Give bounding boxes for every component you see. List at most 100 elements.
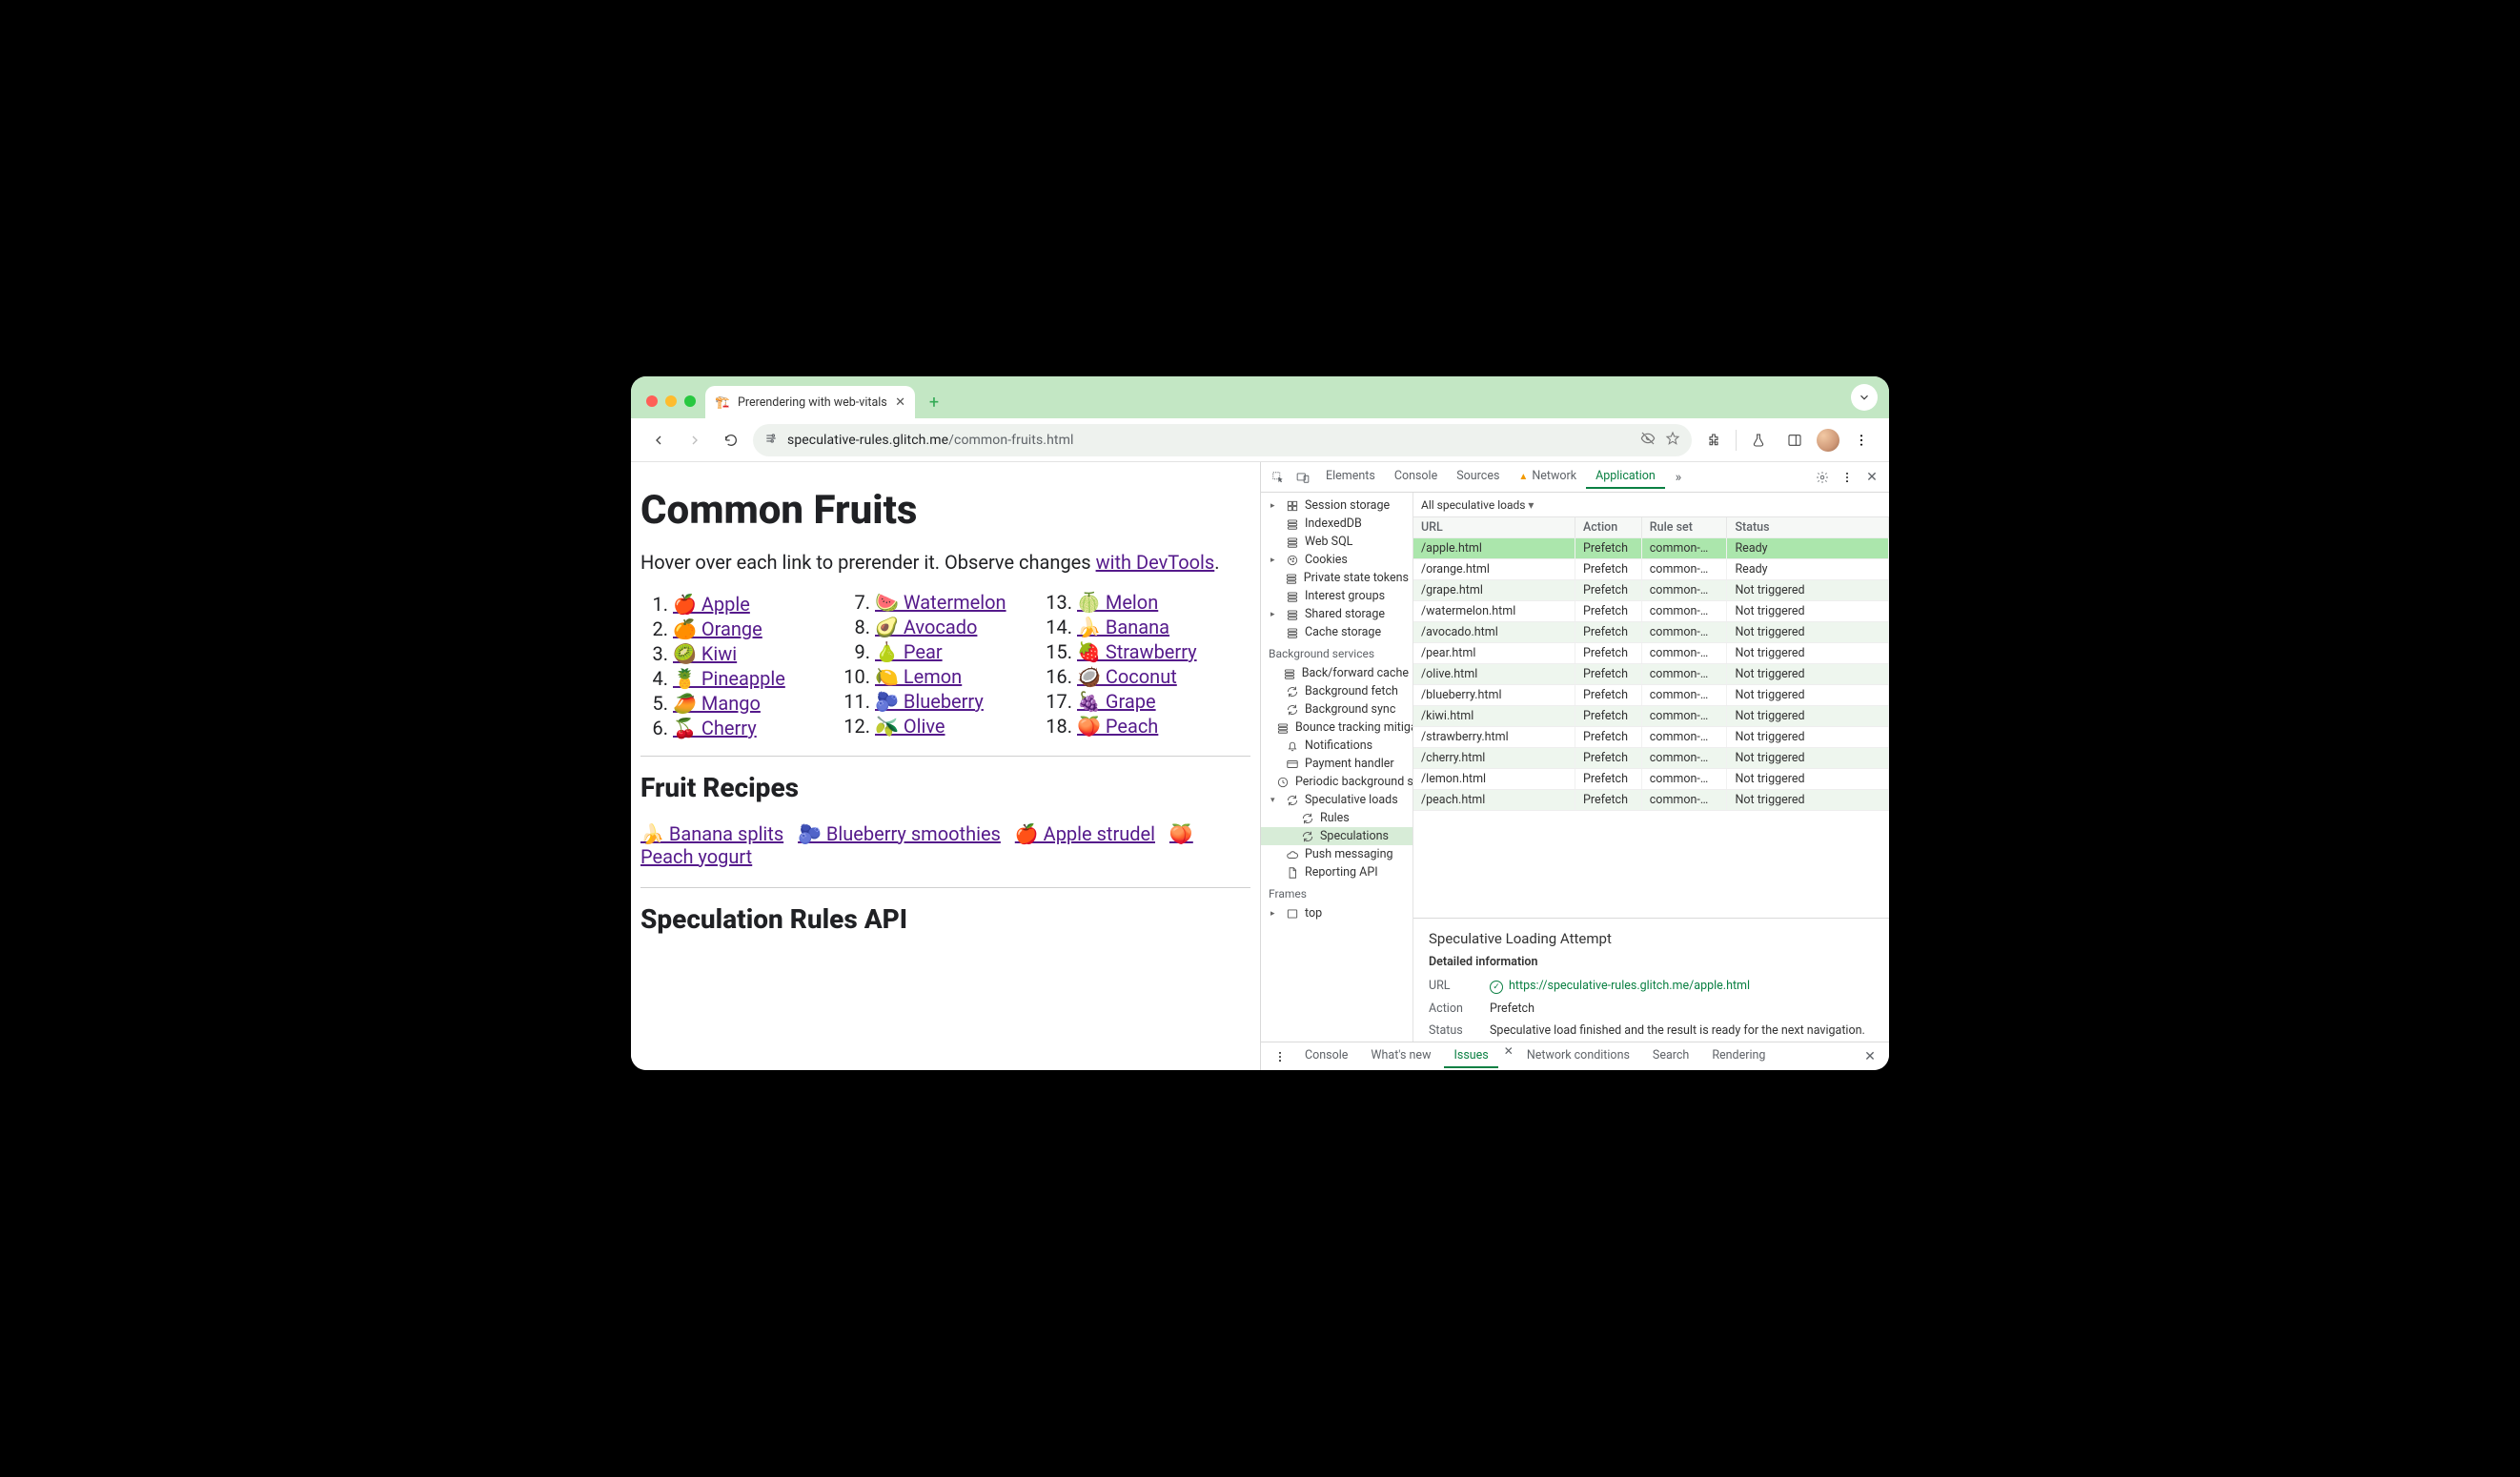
col-rule-set[interactable]: Rule set: [1641, 517, 1727, 538]
drawer-menu-button[interactable]: [1269, 1045, 1291, 1068]
fruit-link[interactable]: 🥥 Coconut: [1077, 665, 1177, 688]
devtools-tab-network[interactable]: Network: [1509, 465, 1586, 489]
drawer-tab-network-conditions[interactable]: Network conditions: [1517, 1044, 1639, 1068]
col-url[interactable]: URL: [1413, 517, 1575, 538]
sidebar-item-back-forward-cache[interactable]: Back/forward cache: [1261, 664, 1412, 682]
site-info-icon[interactable]: [764, 432, 778, 449]
drawer-close-button[interactable]: ✕: [1859, 1045, 1881, 1068]
more-tabs-button[interactable]: »: [1667, 466, 1690, 489]
table-row[interactable]: /strawberry.htmlPrefetchcommon-…Not trig…: [1413, 727, 1889, 748]
table-row[interactable]: /watermelon.htmlPrefetchcommon-…Not trig…: [1413, 601, 1889, 622]
detail-url-link[interactable]: https://speculative-rules.glitch.me/appl…: [1509, 979, 1750, 993]
drawer-tab-issues[interactable]: Issues: [1444, 1044, 1497, 1068]
recipe-link[interactable]: 🫐 Blueberry smoothies: [798, 822, 1001, 845]
fruit-link[interactable]: 🫐 Blueberry: [875, 690, 984, 713]
inspect-element-button[interactable]: [1267, 466, 1290, 489]
extensions-button[interactable]: [1699, 426, 1728, 455]
fruit-link[interactable]: 🍐 Pear: [875, 640, 943, 663]
devtools-settings-button[interactable]: [1811, 466, 1834, 489]
sidebar-item-rules[interactable]: Rules: [1261, 809, 1412, 827]
filter-select[interactable]: All speculative loads: [1421, 498, 1534, 512]
fruit-link[interactable]: 🍌 Banana: [1077, 616, 1169, 638]
fruit-link[interactable]: 🍊 Orange: [673, 617, 762, 640]
table-row[interactable]: /grape.htmlPrefetchcommon-…Not triggered: [1413, 580, 1889, 601]
back-button[interactable]: [644, 426, 673, 455]
fruit-link[interactable]: 🫒 Olive: [875, 715, 945, 738]
table-row[interactable]: /cherry.htmlPrefetchcommon-…Not triggere…: [1413, 748, 1889, 769]
tab-close-icon[interactable]: ✕: [895, 395, 905, 410]
sidebar-item-cookies[interactable]: ▸Cookies: [1261, 551, 1412, 569]
fruit-link[interactable]: 🍋 Lemon: [875, 665, 962, 688]
table-row[interactable]: /avocado.htmlPrefetchcommon-…Not trigger…: [1413, 622, 1889, 643]
fruit-link[interactable]: 🍉 Watermelon: [875, 591, 1006, 614]
drawer-tab-what-s-new[interactable]: What's new: [1361, 1044, 1440, 1068]
sidepanel-button[interactable]: [1780, 426, 1809, 455]
drawer-tab-console[interactable]: Console: [1295, 1044, 1357, 1068]
fruit-link[interactable]: 🥝 Kiwi: [673, 642, 737, 665]
device-toggle-button[interactable]: [1291, 466, 1314, 489]
devtools-link[interactable]: with DevTools: [1096, 551, 1215, 574]
sidebar-item-shared-storage[interactable]: ▸Shared storage: [1261, 605, 1412, 623]
table-row[interactable]: /kiwi.htmlPrefetchcommon-…Not triggered: [1413, 706, 1889, 727]
sidebar-item-top[interactable]: ▸top: [1261, 904, 1412, 922]
sidebar-item-bounce-tracking-mitigations[interactable]: Bounce tracking mitigations: [1261, 718, 1412, 737]
sidebar-item-speculative-loads[interactable]: ▾Speculative loads: [1261, 791, 1412, 809]
sidebar-item-indexeddb[interactable]: IndexedDB: [1261, 515, 1412, 533]
fruit-link[interactable]: 🍒 Cherry: [673, 717, 757, 739]
fruit-link[interactable]: 🍍 Pineapple: [673, 667, 785, 690]
profile-avatar[interactable]: [1817, 429, 1839, 452]
sidebar-item-notifications[interactable]: Notifications: [1261, 737, 1412, 755]
drawer-tab-rendering[interactable]: Rendering: [1702, 1044, 1775, 1068]
sidebar-item-session-storage[interactable]: ▸Session storage: [1261, 496, 1412, 515]
devtools-tab-console[interactable]: Console: [1385, 465, 1447, 489]
table-row[interactable]: /pear.htmlPrefetchcommon-…Not triggered: [1413, 643, 1889, 664]
labs-button[interactable]: [1744, 426, 1773, 455]
fruit-link[interactable]: 🍎 Apple: [673, 593, 750, 616]
fruit-link[interactable]: 🥑 Avocado: [875, 616, 977, 638]
sidebar-item-background-sync[interactable]: Background sync: [1261, 700, 1412, 718]
minimize-window-button[interactable]: [665, 395, 677, 407]
devtools-tab-elements[interactable]: Elements: [1316, 465, 1385, 489]
fruit-link[interactable]: 🍇 Grape: [1077, 690, 1156, 713]
devtools-close-button[interactable]: ✕: [1860, 466, 1883, 489]
col-status[interactable]: Status: [1727, 517, 1889, 538]
recipe-link[interactable]: 🍌 Banana splits: [640, 822, 783, 845]
sidebar-item-periodic-background-sync[interactable]: Periodic background sync: [1261, 773, 1412, 791]
sidebar-item-cache-storage[interactable]: Cache storage: [1261, 623, 1412, 641]
sidebar-item-background-fetch[interactable]: Background fetch: [1261, 682, 1412, 700]
table-row[interactable]: /lemon.htmlPrefetchcommon-…Not triggered: [1413, 769, 1889, 790]
new-tab-button[interactable]: +: [921, 389, 947, 415]
reload-button[interactable]: [717, 426, 745, 455]
drawer-tab-close[interactable]: ✕: [1504, 1044, 1514, 1068]
fruit-link[interactable]: 🍈 Melon: [1077, 591, 1158, 614]
eye-off-icon[interactable]: [1640, 431, 1656, 450]
address-bar[interactable]: speculative-rules.glitch.me/common-fruit…: [753, 424, 1692, 456]
sidebar-item-interest-groups[interactable]: Interest groups: [1261, 587, 1412, 605]
col-action[interactable]: Action: [1575, 517, 1641, 538]
sidebar-item-payment-handler[interactable]: Payment handler: [1261, 755, 1412, 773]
sidebar-item-push-messaging[interactable]: Push messaging: [1261, 845, 1412, 863]
sidebar-item-speculations[interactable]: Speculations: [1261, 827, 1412, 845]
table-row[interactable]: /peach.htmlPrefetchcommon-…Not triggered: [1413, 790, 1889, 811]
star-icon[interactable]: [1665, 431, 1680, 450]
fruit-link[interactable]: 🍑 Peach: [1077, 715, 1158, 738]
browser-tab[interactable]: 🏗️ Prerendering with web-vitals ✕: [705, 386, 915, 418]
table-row[interactable]: /blueberry.htmlPrefetchcommon-…Not trigg…: [1413, 685, 1889, 706]
drawer-tab-search[interactable]: Search: [1643, 1044, 1698, 1068]
fruit-link[interactable]: 🥭 Mango: [673, 692, 761, 715]
devtools-tab-sources[interactable]: Sources: [1447, 465, 1509, 489]
sidebar-item-private-state-tokens[interactable]: Private state tokens: [1261, 569, 1412, 587]
devtools-tab-application[interactable]: Application: [1586, 465, 1665, 489]
fruit-link[interactable]: 🍓 Strawberry: [1077, 640, 1197, 663]
sidebar-item-reporting-api[interactable]: Reporting API: [1261, 863, 1412, 881]
table-row[interactable]: /olive.htmlPrefetchcommon-…Not triggered: [1413, 664, 1889, 685]
forward-button[interactable]: [681, 426, 709, 455]
recipe-link[interactable]: 🍎 Apple strudel: [1015, 822, 1155, 845]
browser-menu-button[interactable]: [1847, 426, 1876, 455]
sidebar-item-web-sql[interactable]: Web SQL: [1261, 533, 1412, 551]
maximize-window-button[interactable]: [684, 395, 696, 407]
window-menu-button[interactable]: [1851, 384, 1878, 411]
table-row[interactable]: /orange.htmlPrefetchcommon-…Ready: [1413, 559, 1889, 580]
devtools-menu-button[interactable]: [1836, 466, 1859, 489]
table-row[interactable]: /apple.htmlPrefetchcommon-…Ready: [1413, 538, 1889, 559]
